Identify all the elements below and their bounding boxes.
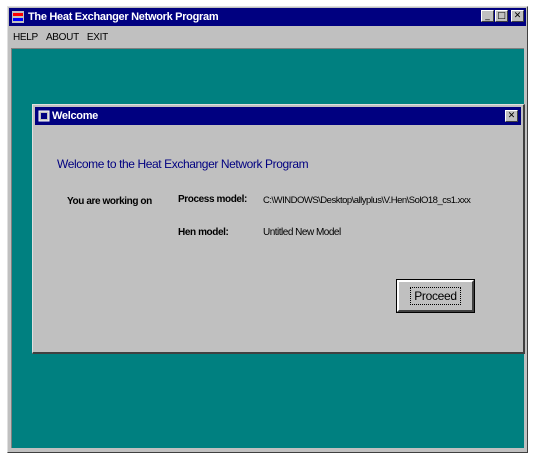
working-on-label: You are working on	[67, 196, 152, 207]
window-controls: _ □ ✕	[481, 10, 524, 22]
process-model-label: Process model:	[178, 194, 247, 205]
app-title: The Heat Exchanger Network Program	[28, 11, 219, 23]
menu-exit[interactable]: EXIT	[87, 32, 108, 43]
dialog-titlebar[interactable]: Welcome ✕	[35, 107, 521, 125]
app-icon[interactable]	[12, 11, 24, 23]
client-area: Welcome ✕ Welcome to the Heat Exchanger …	[11, 48, 525, 448]
hen-model-label: Hen model:	[178, 227, 229, 238]
welcome-dialog: Welcome ✕ Welcome to the Heat Exchanger …	[32, 104, 525, 354]
menu-bar: HELP ABOUT EXIT	[9, 27, 526, 47]
minimize-button[interactable]: _	[481, 10, 494, 22]
menu-about[interactable]: ABOUT	[46, 32, 79, 43]
hen-model-value: Untitled New Model	[263, 227, 341, 238]
proceed-button[interactable]: Proceed	[396, 279, 475, 313]
dialog-title: Welcome	[52, 110, 98, 122]
dialog-icon	[38, 110, 50, 122]
app-titlebar[interactable]: The Heat Exchanger Network Program _ □ ✕	[9, 8, 526, 26]
process-model-value: C:\WINDOWS\Desktop\allyplus\V.Hen\SolO18…	[263, 195, 471, 206]
menu-help[interactable]: HELP	[13, 32, 38, 43]
application-window: The Heat Exchanger Network Program _ □ ✕…	[7, 6, 528, 453]
maximize-button[interactable]: □	[495, 10, 508, 22]
proceed-button-label: Proceed	[410, 287, 461, 305]
welcome-message: Welcome to the Heat Exchanger Network Pr…	[57, 157, 309, 171]
dialog-close-button[interactable]: ✕	[505, 110, 518, 122]
close-button[interactable]: ✕	[511, 10, 524, 22]
